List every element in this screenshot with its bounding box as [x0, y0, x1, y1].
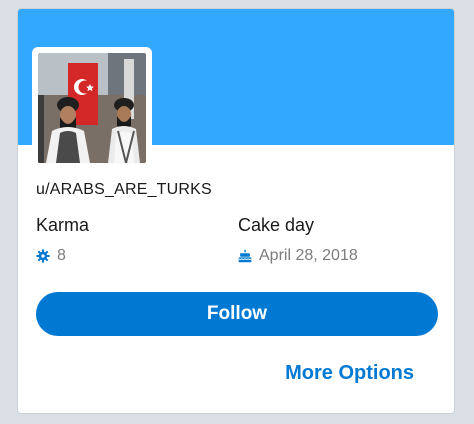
karma-value: 8	[57, 247, 66, 264]
karma-row: 8	[36, 246, 89, 266]
more-options-link[interactable]: More Options	[285, 362, 414, 385]
karma-stat: Karma 8	[36, 214, 89, 266]
profile-username: u/ARABS_ARE_TURKS	[36, 181, 212, 198]
avatar-image	[38, 53, 146, 163]
profile-card: u/ARABS_ARE_TURKS Karma 8 Cake day April…	[17, 8, 455, 414]
karma-label: Karma	[36, 215, 90, 235]
cake-day-label: Cake day	[238, 215, 315, 235]
karma-gear-icon	[36, 249, 50, 263]
cake-icon	[238, 249, 252, 263]
follow-button[interactable]: Follow	[36, 292, 438, 336]
cake-day-value: April 28, 2018	[259, 247, 358, 264]
profile-avatar[interactable]	[32, 47, 152, 169]
cake-day-row: April 28, 2018	[238, 246, 358, 266]
cake-day-stat: Cake day April 28, 2018	[238, 214, 358, 266]
